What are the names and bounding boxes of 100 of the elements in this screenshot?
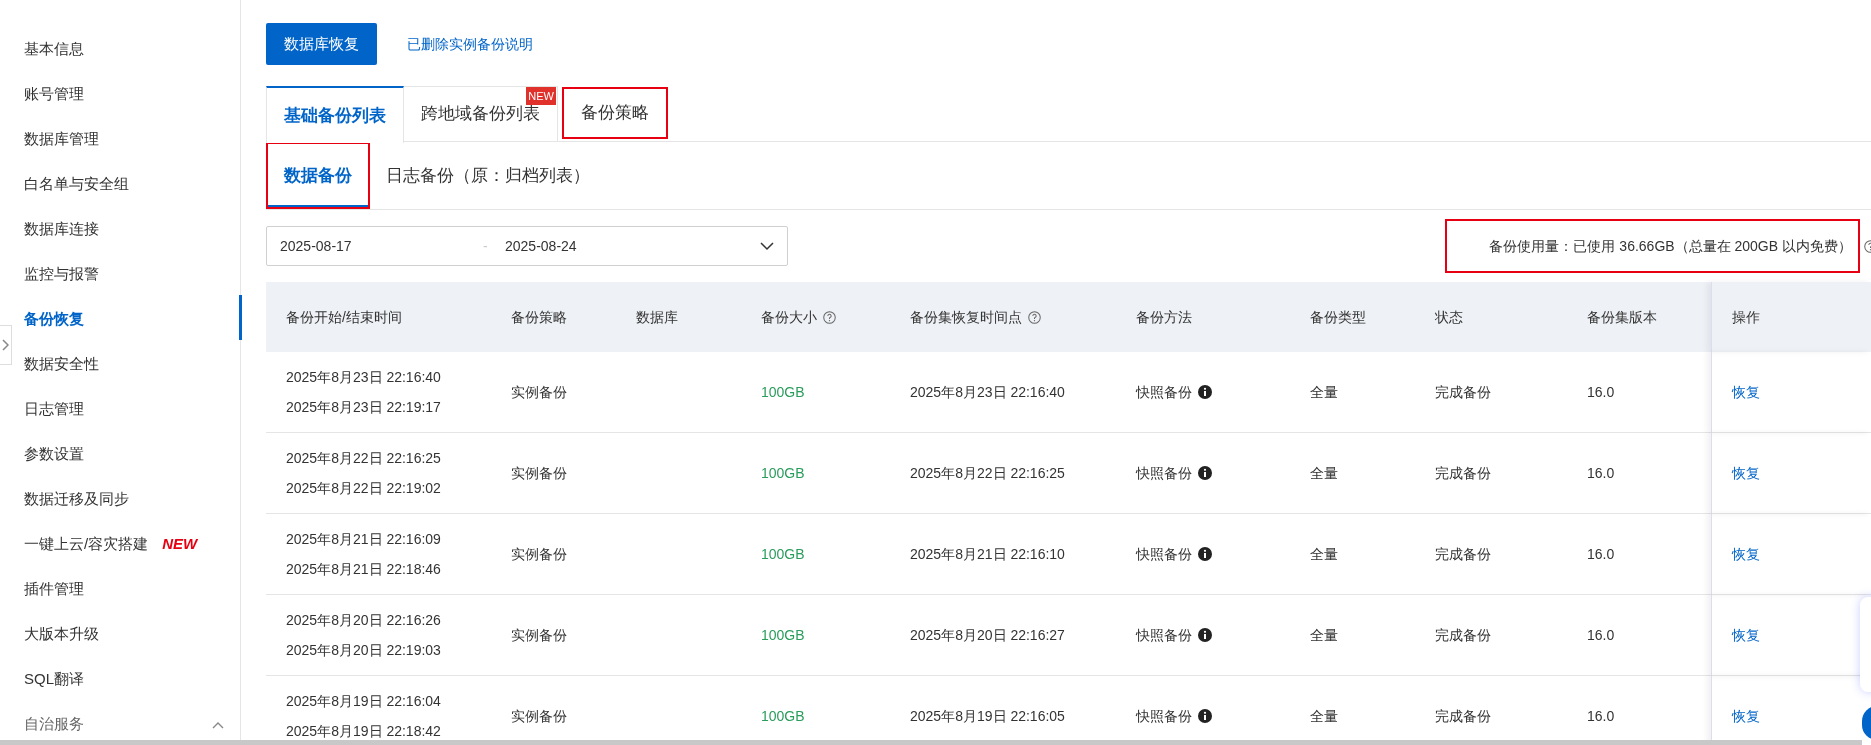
start-time: 2025年8月23日 22:16:40 [286,367,441,387]
sidebar-item[interactable]: 插件管理 [24,578,84,601]
table-cell-text: 完成备份 [1435,706,1491,726]
sidebar-item[interactable]: 基本信息 [24,38,84,61]
table-cell-text: 16.0 [1587,625,1615,645]
chevron-right-icon [2,339,9,351]
horizontal-scrollbar[interactable] [0,740,1862,745]
table-cell-text: 100GB [761,706,805,726]
table-cell-text: 2025年8月20日 22:16:27 [910,625,1065,645]
info-icon[interactable] [1198,628,1212,642]
table-cell-text: 实例备份 [511,382,567,402]
sidebar-item[interactable]: 备份恢复 [24,308,84,331]
restore-link[interactable]: 恢复 [1732,543,1760,565]
sidebar-item[interactable]: 一键上云/容灾搭建 [24,533,149,556]
table-cell-text: 完成备份 [1435,544,1491,564]
info-icon[interactable] [1198,547,1212,561]
column-header: 备份策略 [511,307,567,327]
column-header: 备份开始/结束时间 [286,307,402,327]
table-cell-text: 16.0 [1587,382,1615,402]
table-cell-text: 2025年8月22日 22:16:25 [910,463,1065,483]
column-header: 备份集版本 [1587,307,1657,327]
sidebar-item[interactable]: 数据库连接 [24,218,99,241]
table-cell-text: 100GB [761,544,805,564]
column-header: 状态 [1435,307,1463,327]
column-header: 操作 [1732,307,1760,327]
restore-link[interactable]: 恢复 [1732,624,1760,646]
table-cell-text: 实例备份 [511,463,567,483]
table-cell-text: 100GB [761,463,805,483]
active-indicator [239,295,242,340]
table-cell-text: 16.0 [1587,706,1615,726]
sidebar-item[interactable]: 数据迁移及同步 [24,488,129,511]
info-icon[interactable] [1198,466,1212,480]
table-cell-text: 16.0 [1587,463,1615,483]
info-icon[interactable] [1198,709,1212,723]
table-cell-text: 2025年8月21日 22:16:10 [910,544,1065,564]
new-label: NEW [162,534,198,555]
table-cell-text: 全量 [1310,625,1338,645]
table-cell-text: 100GB [761,382,805,402]
start-time: 2025年8月22日 22:16:25 [286,448,441,468]
end-time: 2025年8月20日 22:19:03 [286,640,441,660]
sidebar-item[interactable]: 大版本升级 [24,623,99,646]
end-time: 2025年8月21日 22:18:46 [286,559,441,579]
sidebar-item[interactable]: 数据安全性 [24,353,99,376]
collapse-handle[interactable] [0,325,12,365]
sidebar-item[interactable]: 参数设置 [24,443,84,466]
sidebar-item[interactable]: 日志管理 [24,398,84,421]
table-cell-text: 完成备份 [1435,382,1491,402]
table-cell-text: 快照备份 [1136,706,1192,726]
range-separator: - [483,236,489,256]
start-date: 2025-08-17 [280,236,353,256]
end-date: 2025-08-24 [505,236,578,256]
column-header: 备份大小 [761,307,817,327]
chevron-down-icon[interactable] [760,241,774,251]
table-cell-text: 2025年8月23日 22:16:40 [910,382,1065,402]
sidebar-item[interactable]: 账号管理 [24,83,84,106]
table-cell-text: 全量 [1310,382,1338,402]
column-header: 数据库 [636,307,678,327]
table-cell-text: 全量 [1310,544,1338,564]
table-cell-text: 100GB [761,625,805,645]
subtab[interactable]: 日志备份（原：归档列表） [370,142,606,209]
start-time: 2025年8月19日 22:16:04 [286,691,441,711]
table-cell-text: 完成备份 [1435,625,1491,645]
backup-usage-text: 备份使用量：已使用 36.66GB（总量在 200GB 以内免费） [1445,219,1860,273]
restore-link[interactable]: 恢复 [1732,462,1760,484]
table-cell-text: 2025年8月19日 22:16:05 [910,706,1065,726]
column-header: 备份类型 [1310,307,1366,327]
table-cell-text: 全量 [1310,463,1338,483]
table-cell-text: 实例备份 [511,544,567,564]
table-cell-text: 全量 [1310,706,1338,726]
table-cell-text: 快照备份 [1136,382,1192,402]
info-icon[interactable] [1198,385,1212,399]
table-cell-text: 快照备份 [1136,463,1192,483]
new-label: NEW [526,87,556,105]
column-header: 备份集恢复时间点 [910,307,1022,327]
sidebar-item[interactable]: 监控与报警 [24,263,99,286]
table-cell-text: 完成备份 [1435,463,1491,483]
end-time: 2025年8月22日 22:19:02 [286,478,441,498]
deleted-backup-link[interactable]: 已删除实例备份说明 [407,33,533,55]
help-icon[interactable] [823,310,836,324]
sidebar-item[interactable]: SQL翻译 [24,668,84,691]
subtab[interactable]: 数据备份 [266,142,370,209]
date-range-field[interactable]: 2025-08-17 - 2025-08-24 [266,226,788,266]
sidebar-group[interactable]: 自治服务 [24,713,84,736]
restore-link[interactable]: 恢复 [1732,381,1760,403]
restore-link[interactable]: 恢复 [1732,705,1760,727]
tab[interactable]: 备份策略 [562,87,668,139]
end-time: 2025年8月23日 22:19:17 [286,397,441,417]
table-cell-text: 实例备份 [511,625,567,645]
table-cell-text: 实例备份 [511,706,567,726]
start-time: 2025年8月21日 22:16:09 [286,529,441,549]
sidebar-item[interactable]: 白名单与安全组 [24,173,129,196]
restore-database-button[interactable]: 数据库恢复 [266,23,377,65]
help-icon[interactable] [1028,310,1041,324]
table-cell-text: 快照备份 [1136,544,1192,564]
column-header: 备份方法 [1136,307,1192,327]
table-cell-text: 16.0 [1587,544,1615,564]
end-time: 2025年8月19日 22:18:42 [286,721,441,741]
chevron-up-icon[interactable] [212,720,224,729]
tab[interactable]: 基础备份列表 [266,86,404,143]
sidebar-item[interactable]: 数据库管理 [24,128,99,151]
